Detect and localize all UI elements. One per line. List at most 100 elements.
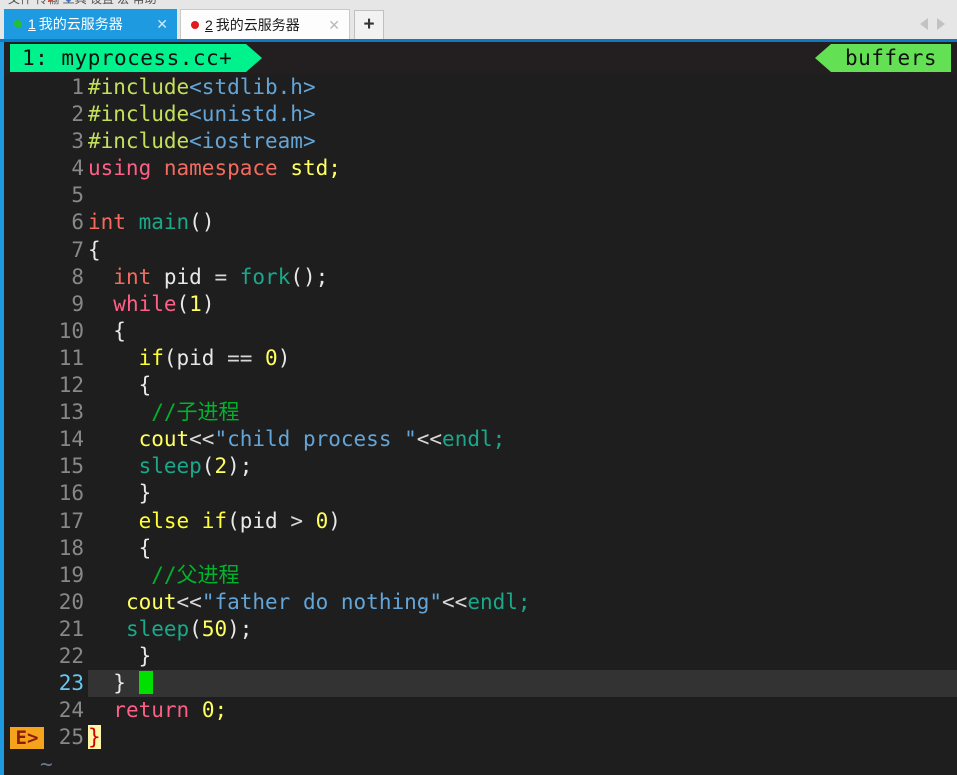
code-line-text[interactable]: sleep(50); xyxy=(88,616,957,643)
line-number: 8 xyxy=(71,264,84,289)
code-line-text[interactable]: if(pid == 0) xyxy=(88,345,957,372)
code-line-text[interactable]: //子进程 xyxy=(88,399,957,426)
code-line[interactable]: 5 xyxy=(4,182,957,209)
code-line[interactable]: 1 #include<stdlib.h> xyxy=(4,74,957,101)
code-line-text[interactable]: #include<stdlib.h> xyxy=(88,74,957,101)
line-number: 19 xyxy=(58,562,84,587)
code-line-text[interactable]: cout<<"father do nothing"<<endl; xyxy=(88,589,957,616)
code-line-text[interactable]: { xyxy=(88,535,957,562)
code-line[interactable]: 9 while(1) xyxy=(4,291,957,318)
line-number: 14 xyxy=(58,427,84,452)
code-line[interactable]: 23 } xyxy=(4,670,957,698)
line-number: 20 xyxy=(58,589,84,614)
code-line[interactable]: 10 { xyxy=(4,318,957,345)
code-line[interactable]: 12 { xyxy=(4,372,957,399)
code-line[interactable]: E> 25} xyxy=(4,724,957,751)
code-line[interactable]: 7{ xyxy=(4,237,957,264)
code-line-text[interactable]: } xyxy=(88,480,957,507)
code-token: if xyxy=(138,345,164,370)
vim-buffer-segment[interactable]: 1: myprocess.cc+ xyxy=(10,44,247,72)
line-number: 18 xyxy=(58,535,84,560)
code-line[interactable]: 13 //子进程 xyxy=(4,399,957,426)
code-line-text[interactable]: #include<unistd.h> xyxy=(88,101,957,128)
code-token: ; xyxy=(517,589,531,614)
vim-filler-line: ~ xyxy=(4,751,957,775)
code-line-text[interactable]: //父进程 xyxy=(88,562,957,589)
code-line-text[interactable]: { xyxy=(88,318,957,345)
code-line-text[interactable]: int main() xyxy=(88,209,957,236)
code-line-text[interactable]: int pid = fork(); xyxy=(88,264,957,291)
code-line[interactable]: 6 int main() xyxy=(4,209,957,236)
code-line-text[interactable]: } xyxy=(88,643,957,670)
vim-code-area[interactable]: 1 #include<stdlib.h> 2 #include<unistd.h> 3 #… xyxy=(4,74,957,775)
code-token: while xyxy=(113,291,177,316)
code-line-text[interactable]: cout<<"child process "<<endl; xyxy=(88,426,957,453)
code-line[interactable]: 24 return 0; xyxy=(4,697,957,724)
code-line-text[interactable]: sleep(2); xyxy=(88,453,957,480)
tab-session-1[interactable]: 1 我的云服务器 ✕ xyxy=(4,9,177,39)
code-line-text[interactable] xyxy=(88,182,957,209)
line-number: 23 xyxy=(58,671,84,696)
line-number: 24 xyxy=(58,698,84,723)
code-token: fork xyxy=(239,264,291,289)
code-line[interactable]: 15 sleep(2); xyxy=(4,453,957,480)
line-number: 3 xyxy=(71,129,84,154)
code-token: cout xyxy=(125,589,177,614)
triangle-left-icon[interactable] xyxy=(920,18,928,30)
code-line-text[interactable]: } xyxy=(88,724,957,751)
code-line[interactable]: 17 else if(pid > 0) xyxy=(4,508,957,535)
code-line[interactable]: 2 #include<unistd.h> xyxy=(4,101,957,128)
green-status-dot xyxy=(14,20,22,28)
code-line-text[interactable]: using namespace std; xyxy=(88,155,957,182)
code-line[interactable]: 20 cout<<"father do nothing"<<endl; xyxy=(4,589,957,616)
code-token: << xyxy=(416,427,443,452)
code-line-text[interactable]: { xyxy=(88,372,957,399)
code-line[interactable]: 19 //父进程 xyxy=(4,562,957,589)
code-line[interactable]: 4 using namespace std; xyxy=(4,155,957,182)
code-token: } xyxy=(88,481,152,506)
code-token: #include xyxy=(88,129,190,154)
code-token: << xyxy=(176,589,202,614)
code-line[interactable]: 11 if(pid == 0) xyxy=(4,345,957,372)
line-number: 13 xyxy=(58,400,84,425)
code-line[interactable]: 18 { xyxy=(4,535,957,562)
tab-session-2[interactable]: 2 我的云服务器 ✕ xyxy=(180,9,350,39)
close-icon[interactable]: ✕ xyxy=(156,17,168,31)
terminal-area[interactable]: 1: myprocess.cc+ buffers 1 #include<stdli… xyxy=(4,42,957,775)
triangle-right-icon[interactable] xyxy=(937,18,945,30)
code-token: } xyxy=(88,725,101,750)
line-number: 6 xyxy=(71,210,84,235)
code-token: ( xyxy=(189,616,202,641)
close-icon[interactable]: ✕ xyxy=(328,18,340,32)
code-token: <iostream> xyxy=(189,129,316,154)
code-line-text[interactable]: while(1) xyxy=(88,291,957,318)
code-line[interactable]: 21 sleep(50); xyxy=(4,616,957,643)
code-token: cout xyxy=(138,427,190,452)
line-number: 11 xyxy=(58,345,84,370)
code-line[interactable]: 16 } xyxy=(4,480,957,507)
code-token: "father do nothing" xyxy=(201,589,443,614)
code-token: > xyxy=(290,508,303,533)
code-line-text[interactable]: else if(pid > 0) xyxy=(88,508,957,535)
code-token: (pid xyxy=(227,508,291,533)
line-number: 5 xyxy=(71,183,84,208)
code-line[interactable]: 22 } xyxy=(4,643,957,670)
code-line[interactable]: 14 cout<<"child process "<<endl; xyxy=(4,426,957,453)
toolbar-hint-text: 文件 传输 工具 设置 宏 帮助 xyxy=(8,0,157,7)
code-token: () xyxy=(189,210,215,235)
code-line-text[interactable]: { xyxy=(88,237,957,264)
line-number: 7 xyxy=(71,237,84,262)
code-line[interactable]: 8 int pid = fork(); xyxy=(4,264,957,291)
vim-buffers-segment[interactable]: buffers xyxy=(830,44,951,72)
code-line-text[interactable]: } xyxy=(88,670,957,698)
code-line-text[interactable]: #include<iostream> xyxy=(88,128,957,155)
code-line[interactable]: 3 #include<iostream> xyxy=(4,128,957,155)
code-line-text[interactable]: return 0; xyxy=(88,697,957,724)
code-token: namespace xyxy=(163,156,278,181)
new-tab-button[interactable]: + xyxy=(354,10,384,39)
